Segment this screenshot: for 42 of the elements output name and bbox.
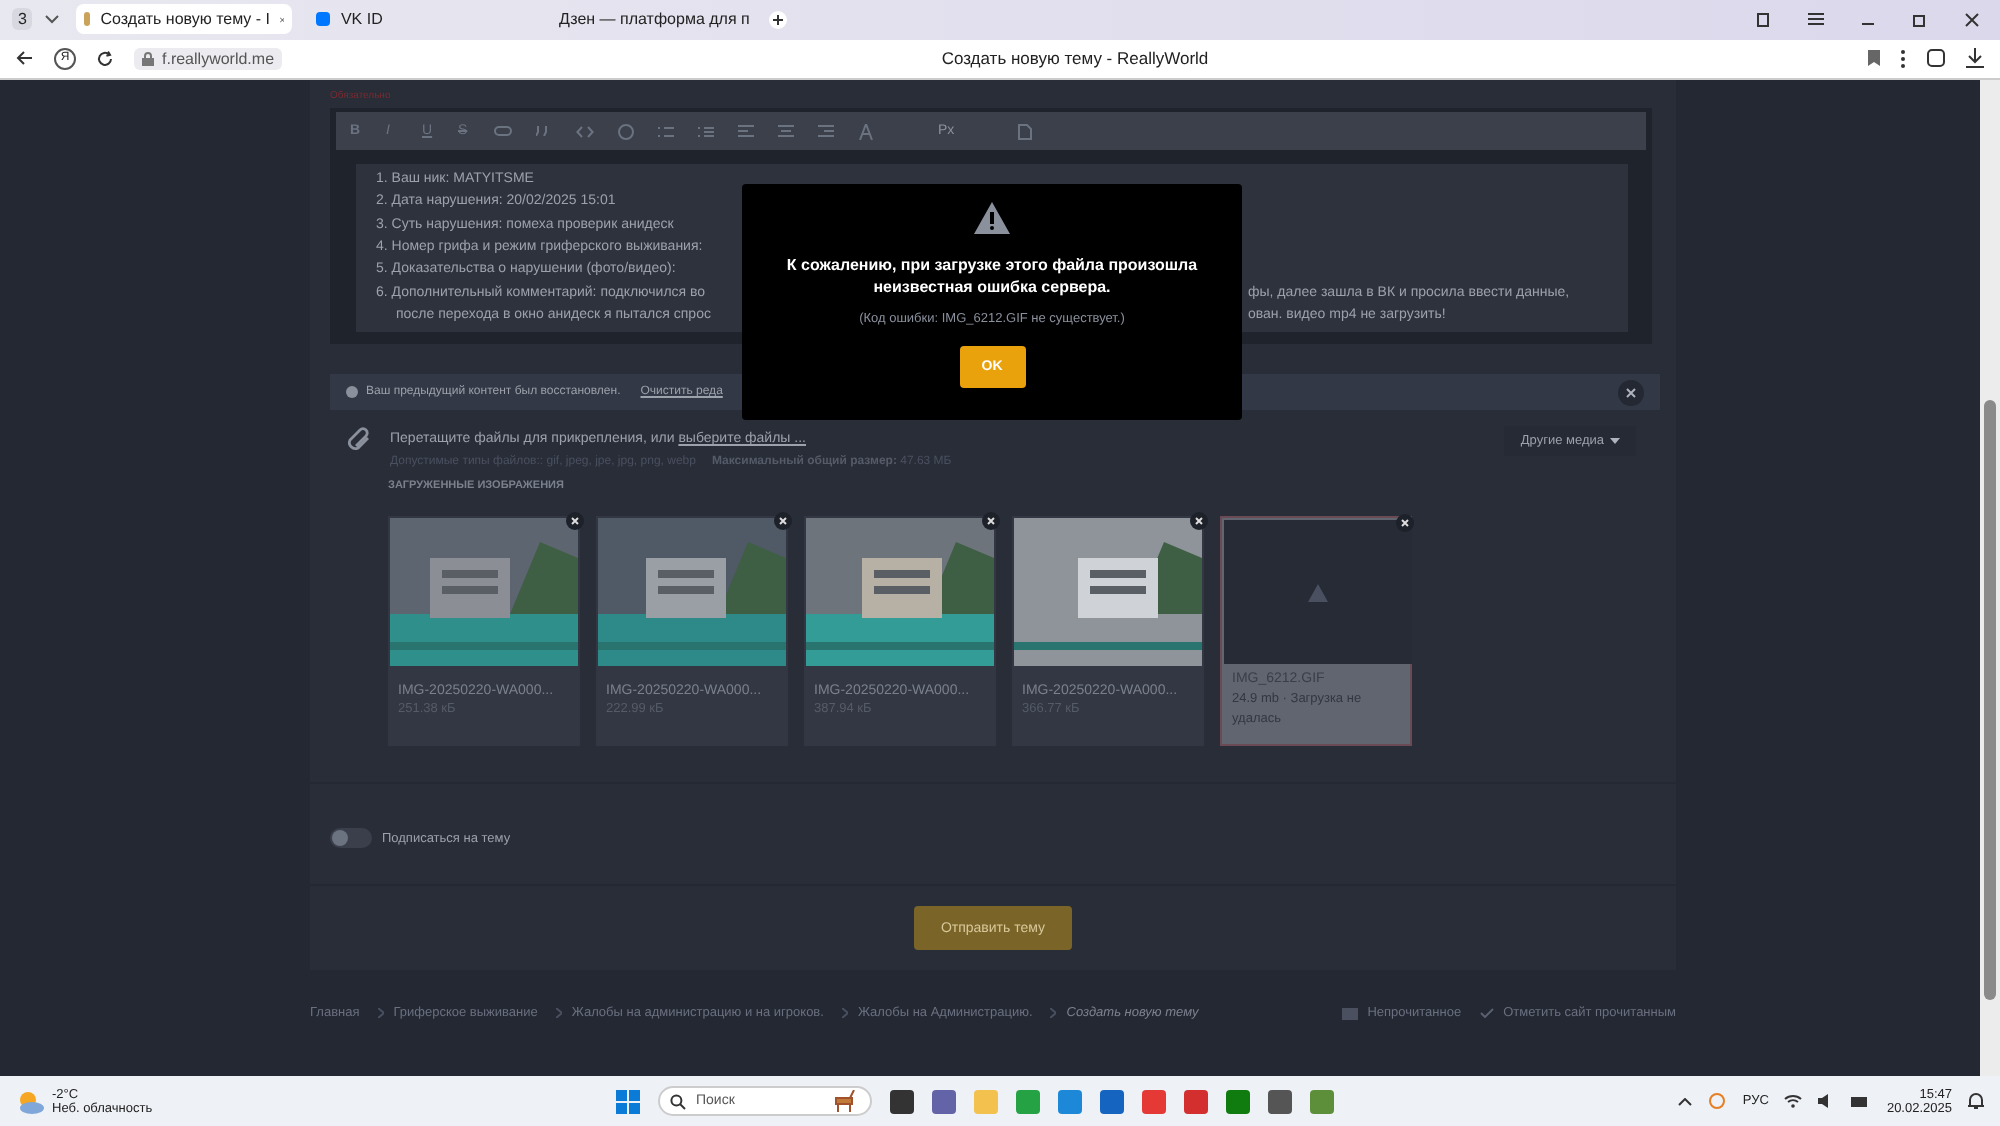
- browser-tab[interactable]: VK ID: [308, 4, 525, 35]
- wifi-icon[interactable]: [1784, 1094, 1803, 1108]
- close-icon[interactable]: [1190, 512, 1208, 531]
- close-icon[interactable]: [1396, 514, 1414, 533]
- bell-icon[interactable]: [1968, 1092, 1984, 1110]
- battery-icon[interactable]: [1850, 1095, 1871, 1107]
- chevron-up-icon[interactable]: [1678, 1097, 1693, 1105]
- address-field[interactable]: f.reallyworld.me: [134, 47, 283, 70]
- menu-icon[interactable]: [1808, 12, 1824, 27]
- close-icon[interactable]: [1964, 11, 1980, 28]
- font-color-icon[interactable]: [858, 123, 874, 139]
- restore-icon[interactable]: [1912, 11, 1928, 28]
- dialog-message: К сожалению, при загрузке этого файла произошла неизвестная ошибка сервера.: [784, 256, 1200, 300]
- chevron-right-icon: [1050, 1008, 1057, 1019]
- search-icon: [670, 1093, 686, 1109]
- browser-tab[interactable]: Дзен — платформа для п: [540, 4, 757, 35]
- page-title: Создать новую тему - ReallyWorld: [939, 48, 1211, 69]
- lock-icon: [142, 51, 154, 66]
- chevron-right-icon: [377, 1008, 384, 1019]
- check-icon: [1479, 1008, 1494, 1019]
- close-icon[interactable]: [566, 512, 584, 531]
- windows-logo-icon[interactable]: [616, 1089, 640, 1113]
- tab-counter[interactable]: 3: [12, 8, 33, 31]
- warning-icon: [974, 202, 1010, 234]
- toggle-switch[interactable]: [330, 828, 372, 849]
- chevron-right-icon: [841, 1008, 848, 1019]
- scrollbar[interactable]: [1980, 80, 2000, 1076]
- chevron-down-icon[interactable]: [44, 14, 61, 25]
- caret-icon: [1610, 438, 1620, 445]
- close-icon[interactable]: [982, 512, 1000, 531]
- paperclip-icon: [346, 426, 372, 455]
- download-icon[interactable]: [1966, 48, 1984, 69]
- warning-icon: [1308, 583, 1328, 602]
- more-icon[interactable]: [1900, 49, 1906, 68]
- back-icon[interactable]: [16, 50, 34, 67]
- reload-icon[interactable]: [96, 49, 114, 68]
- chevron-right-icon: [555, 1008, 562, 1019]
- close-icon[interactable]: [774, 512, 792, 531]
- close-icon[interactable]: [1618, 379, 1644, 406]
- browser-tab[interactable]: Создать новую тему - I: [76, 4, 293, 35]
- plus-icon[interactable]: [768, 9, 789, 30]
- bookmark-icon[interactable]: [1868, 50, 1880, 67]
